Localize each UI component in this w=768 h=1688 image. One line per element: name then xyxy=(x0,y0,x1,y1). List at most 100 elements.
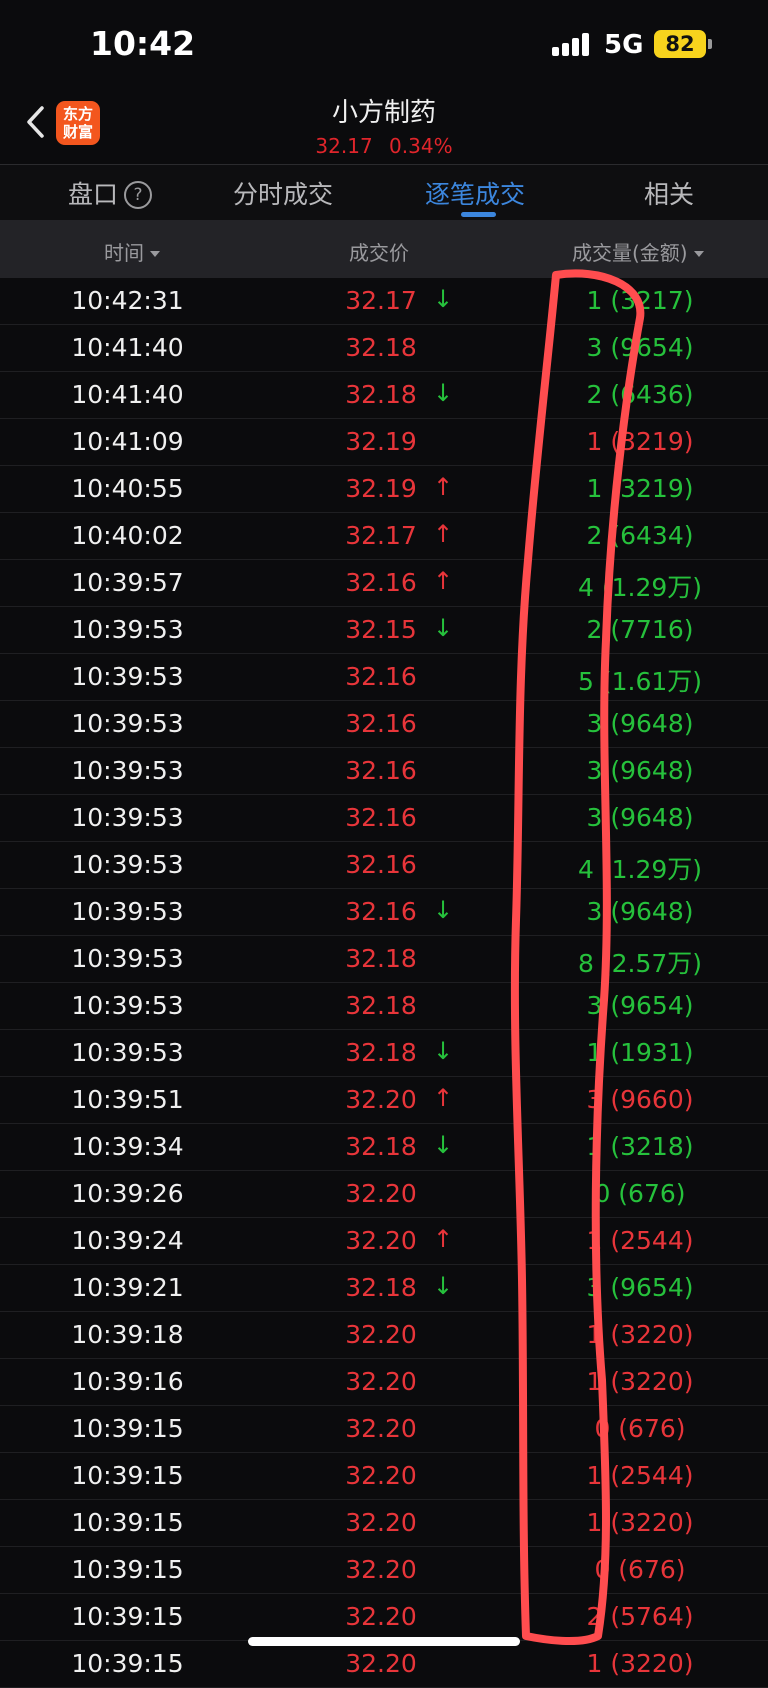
sort-caret-icon xyxy=(150,251,160,257)
trade-time: 10:39:15 xyxy=(71,1555,184,1584)
trade-row: 10:39:53 32.16 5 (1.61万) xyxy=(0,654,768,701)
trade-row: 10:41:40 32.18 3 (9654) xyxy=(0,325,768,372)
trade-volume: 1 (3219) xyxy=(586,474,694,503)
trade-row: 10:42:31 32.17 ↓ 1 (3217) xyxy=(0,278,768,325)
trade-volume: 1 (3218) xyxy=(586,1132,694,1161)
trade-row: 10:39:53 32.18 ↓ 1 (1931) xyxy=(0,1030,768,1077)
tab-tick-trades[interactable]: 逐笔成交 xyxy=(425,175,525,211)
trade-time: 10:39:53 xyxy=(71,850,184,879)
trade-volume: 1 (2544) xyxy=(586,1461,694,1490)
trade-row: 10:39:24 32.20 ↑ 1 (2544) xyxy=(0,1218,768,1265)
trade-volume: 2 (6434) xyxy=(586,521,694,550)
arrow-down-icon: ↓ xyxy=(432,379,454,407)
help-icon[interactable]: ? xyxy=(124,181,153,209)
stock-change-pct: 0.34% xyxy=(389,134,453,158)
trade-row: 10:39:53 32.18 3 (9654) xyxy=(0,983,768,1030)
trade-time: 10:39:26 xyxy=(71,1179,184,1208)
trade-price: 32.16 xyxy=(345,756,417,785)
trade-price: 32.20 xyxy=(345,1320,417,1349)
trade-row: 10:41:09 32.19 1 (3219) xyxy=(0,419,768,466)
trade-time: 10:39:53 xyxy=(71,897,184,926)
tab-minute-trades[interactable]: 分时成交 xyxy=(233,175,333,211)
trade-time: 10:40:55 xyxy=(71,474,184,503)
trade-time: 10:41:40 xyxy=(71,333,184,362)
trade-volume: 1 (3220) xyxy=(586,1508,694,1537)
trade-time: 10:39:53 xyxy=(71,991,184,1020)
trade-time: 10:41:40 xyxy=(71,380,184,409)
active-tab-indicator xyxy=(461,212,496,217)
trade-volume: 4 (1.29万) xyxy=(577,855,703,884)
trade-volume: 3 (9648) xyxy=(586,803,694,832)
cellular-signal-icon xyxy=(552,32,594,56)
trade-row: 10:39:53 32.16 3 (9648) xyxy=(0,701,768,748)
trade-price: 32.20 xyxy=(345,1461,417,1490)
tab-bar: 盘口? 分时成交 逐笔成交 相关 xyxy=(0,164,768,221)
battery-level: 82 xyxy=(665,32,695,56)
trade-volume: 3 (9648) xyxy=(586,897,694,926)
sort-caret-icon xyxy=(693,251,704,257)
tab-order-book[interactable]: 盘口? xyxy=(68,175,153,211)
arrow-down-icon: ↓ xyxy=(432,614,454,642)
trade-row: 10:39:15 32.20 1 (3220) xyxy=(0,1500,768,1547)
trade-row: 10:39:16 32.20 1 (3220) xyxy=(0,1359,768,1406)
trade-price: 32.18 xyxy=(345,944,417,973)
tab-related[interactable]: 相关 xyxy=(644,175,694,211)
trade-volume: 1 (3220) xyxy=(586,1649,694,1678)
trade-row: 10:39:21 32.18 ↓ 3 (9654) xyxy=(0,1265,768,1312)
arrow-up-icon: ↑ xyxy=(432,1225,454,1253)
trade-row: 10:39:57 32.16 ↑ 4 (1.29万) xyxy=(0,560,768,607)
trade-time: 10:39:15 xyxy=(71,1461,184,1490)
trade-price: 32.20 xyxy=(345,1367,417,1396)
trade-time: 10:39:15 xyxy=(71,1414,184,1443)
trade-time: 10:39:53 xyxy=(71,1038,184,1067)
trade-row: 10:39:15 32.20 1 (2544) xyxy=(0,1453,768,1500)
volume-column-header[interactable]: 成交量(金额) xyxy=(572,237,704,266)
trade-volume: 2 (5764) xyxy=(586,1602,694,1631)
trade-time: 10:39:18 xyxy=(71,1320,184,1349)
trade-time: 10:40:02 xyxy=(71,521,184,550)
trade-volume: 1 (3220) xyxy=(586,1320,694,1349)
trade-time: 10:39:53 xyxy=(71,803,184,832)
trade-price: 32.16 xyxy=(345,803,417,832)
trade-row: 10:39:53 32.16 3 (9648) xyxy=(0,795,768,842)
trade-volume: 0 (676) xyxy=(594,1555,686,1584)
stock-name: 小方制药 xyxy=(331,98,436,128)
trade-volume: 2 (7716) xyxy=(586,615,694,644)
trade-time: 10:39:15 xyxy=(71,1649,184,1678)
trade-price: 32.16 xyxy=(345,850,417,879)
trade-volume: 8 (2.57万) xyxy=(577,949,703,978)
trade-time: 10:39:53 xyxy=(71,662,184,691)
trade-time: 10:42:31 xyxy=(71,286,184,315)
stock-price: 32.17 xyxy=(315,134,373,158)
trade-row: 10:39:53 32.16 ↓ 3 (9648) xyxy=(0,889,768,936)
trade-price: 32.20 xyxy=(345,1179,417,1208)
trade-time: 10:39:53 xyxy=(71,615,184,644)
trade-time: 10:39:24 xyxy=(71,1226,184,1255)
trade-row: 10:39:53 32.18 8 (2.57万) xyxy=(0,936,768,983)
trade-volume: 3 (9654) xyxy=(586,991,694,1020)
home-indicator[interactable] xyxy=(248,1637,520,1646)
arrow-down-icon: ↓ xyxy=(432,1037,454,1065)
volume-header-label: 成交量(金额) xyxy=(572,241,688,265)
trade-price: 32.18 xyxy=(345,333,417,362)
trade-time: 10:39:21 xyxy=(71,1273,184,1302)
arrow-down-icon: ↓ xyxy=(432,1131,454,1159)
trade-row: 10:40:02 32.17 ↑ 2 (6434) xyxy=(0,513,768,560)
trade-volume: 0 (676) xyxy=(594,1414,686,1443)
trade-price: 32.20 xyxy=(345,1414,417,1443)
trade-list[interactable]: 10:42:31 32.17 ↓ 1 (3217) 10:41:40 32.18 3 (96… xyxy=(0,278,768,1688)
trade-volume: 4 (1.29万) xyxy=(577,573,703,602)
arrow-down-icon: ↓ xyxy=(432,1272,454,1300)
time-column-header[interactable]: 时间 xyxy=(104,237,160,266)
trade-row: 10:39:51 32.20 ↑ 3 (9660) xyxy=(0,1077,768,1124)
trade-volume: 1 (1931) xyxy=(586,1038,694,1067)
trade-volume: 1 (3219) xyxy=(586,427,694,456)
trade-row: 10:39:53 32.16 3 (9648) xyxy=(0,748,768,795)
trade-time: 10:39:15 xyxy=(71,1602,184,1631)
trade-volume: 3 (9648) xyxy=(586,756,694,785)
arrow-down-icon: ↓ xyxy=(432,896,454,924)
arrow-up-icon: ↑ xyxy=(432,520,454,548)
trade-volume: 2 (6436) xyxy=(586,380,694,409)
trade-time: 10:39:15 xyxy=(71,1508,184,1537)
trade-row: 10:39:15 32.20 2 (5764) xyxy=(0,1594,768,1641)
